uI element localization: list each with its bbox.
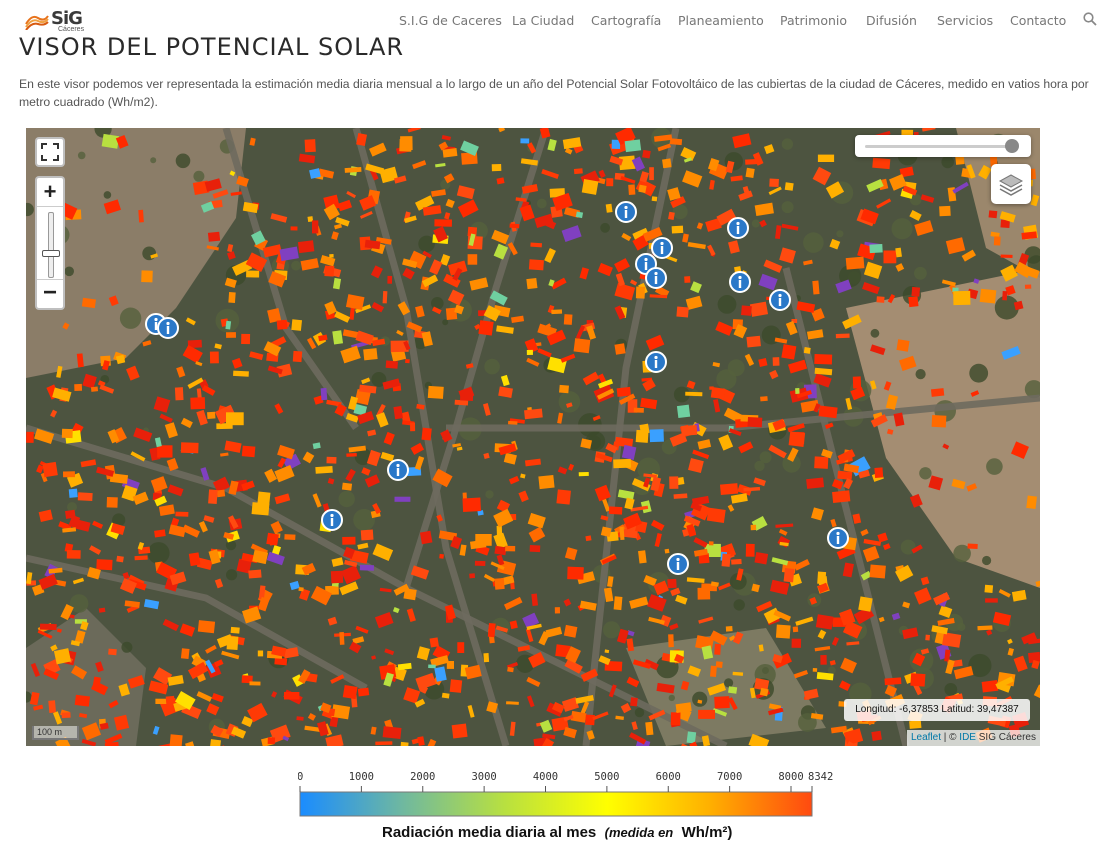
nav-item-difusion[interactable]: Difusión (866, 13, 917, 28)
solar-raster-layer (26, 128, 1040, 746)
info-marker-icon[interactable] (615, 201, 637, 223)
solar-map[interactable]: + − 100 m Longitud: -6,37853 Latitud: 39… (26, 128, 1040, 746)
legend-tick-label: 8000 (778, 771, 803, 783)
nav-item-cartografia[interactable]: Cartografía (591, 13, 661, 28)
nav-item-patrimonio[interactable]: Patrimonio (780, 13, 847, 28)
search-icon[interactable] (1083, 12, 1097, 26)
nav-item-servicios[interactable]: Servicios (937, 13, 993, 28)
page-title: VISOR DEL POTENCIAL SOLAR (19, 33, 405, 61)
attribution-owner: SIG Cáceres (975, 732, 1036, 743)
info-marker-icon[interactable] (387, 459, 409, 481)
zoom-control: + − (35, 176, 65, 310)
nav-item-sig[interactable]: S.I.G de Caceres (399, 13, 502, 28)
legend-title: Radiación media diaria al mes (medida en… (382, 824, 732, 841)
legend-tick-label: 1000 (349, 771, 374, 783)
info-marker-icon[interactable] (321, 509, 343, 531)
opacity-slider[interactable] (855, 135, 1031, 157)
color-legend: 0 1000 2000 3000 4000 5000 6000 7000 8000 8342 Ra… (298, 768, 838, 848)
zoom-slider-knob[interactable] (42, 250, 60, 257)
info-marker-icon[interactable] (645, 267, 667, 289)
info-marker-icon[interactable] (667, 553, 689, 575)
nav-item-planeamiento[interactable]: Planeamiento (678, 13, 764, 28)
legend-tick-label: 4000 (533, 771, 558, 783)
zoom-out-button[interactable]: − (37, 279, 63, 308)
info-marker-icon[interactable] (727, 217, 749, 239)
legend-tick-label: 3000 (471, 771, 496, 783)
info-marker-icon[interactable] (157, 317, 179, 339)
info-marker-icon[interactable] (645, 351, 667, 373)
legend-title-main: Radiación media diaria al mes (382, 824, 597, 841)
zoom-slider-track[interactable] (48, 212, 54, 278)
leaflet-link[interactable]: Leaflet (911, 732, 941, 743)
nav-item-la-ciudad[interactable]: La Ciudad (512, 13, 574, 28)
attribution-separator: | © (940, 732, 960, 743)
info-marker-icon[interactable] (769, 289, 791, 311)
legend-title-italic: (medida en (604, 825, 674, 840)
fullscreen-icon (41, 143, 59, 161)
info-marker-icon[interactable] (729, 271, 751, 293)
legend-title-unit: Wh/m²) (681, 824, 733, 841)
zoom-in-button[interactable]: + (37, 178, 63, 207)
scale-bar: 100 m (32, 726, 79, 740)
legend-tick-label: 8342 (808, 771, 833, 783)
opacity-handle[interactable] (1005, 139, 1020, 153)
fullscreen-button[interactable] (35, 137, 65, 167)
info-marker-icon[interactable] (827, 527, 849, 549)
layers-icon (998, 174, 1024, 196)
main-nav: S.I.G de Caceres La Ciudad Cartografía P… (0, 13, 1118, 33)
legend-tick-label: 0 (298, 771, 303, 783)
intro-text: En este visor podemos ver representada l… (19, 77, 1089, 109)
map-attribution: Leaflet | © IDE SIG Cáceres (906, 730, 1040, 746)
legend-tick-label: 2000 (410, 771, 435, 783)
legend-tick-label: 5000 (594, 771, 619, 783)
legend-tick-label: 7000 (717, 771, 742, 783)
coordinates-readout: Longitud: -6,37853 Latitud: 39,47387 (844, 699, 1030, 721)
legend-colorbar: 0 1000 2000 3000 4000 5000 6000 7000 8000 8342 (298, 771, 833, 817)
legend-tick-label: 6000 (656, 771, 681, 783)
nav-item-contacto[interactable]: Contacto (1010, 13, 1066, 28)
ide-link[interactable]: IDE (959, 732, 976, 743)
opacity-track[interactable] (865, 145, 1015, 148)
layers-button[interactable] (991, 164, 1031, 204)
